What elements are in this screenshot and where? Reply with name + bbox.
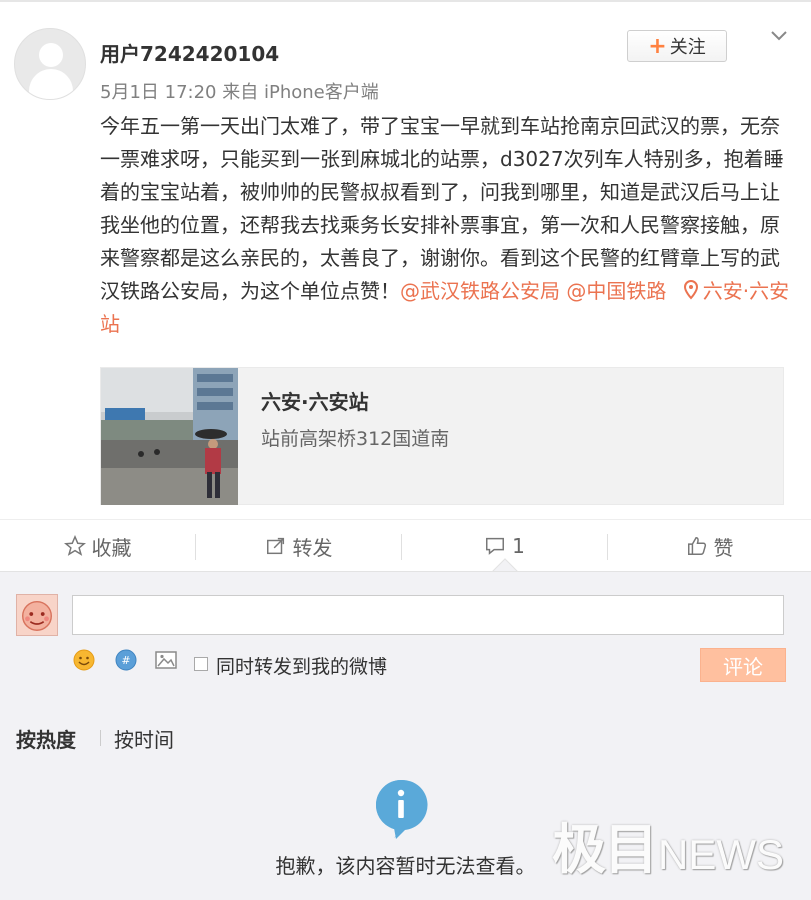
sort-by-time-tab[interactable]: 按时间 <box>114 724 174 753</box>
emoji-icon[interactable] <box>72 648 96 672</box>
post-source-prefix: 来自 <box>222 82 259 103</box>
like-label: 赞 <box>713 535 734 560</box>
chevron-down-icon[interactable] <box>768 24 790 46</box>
follow-button[interactable]: + 关注 <box>627 30 727 62</box>
map-pin-icon <box>683 279 698 300</box>
submit-comment-button[interactable]: 评论 <box>700 648 786 682</box>
mention-link[interactable]: @中国铁路 <box>566 279 666 303</box>
comment-input[interactable] <box>72 595 784 635</box>
image-icon[interactable] <box>154 648 178 672</box>
repost-button[interactable]: 转发 <box>196 520 401 572</box>
svg-text:#: # <box>121 654 130 667</box>
location-card[interactable]: 六安·六安站 站前高架桥312国道南 <box>100 367 784 505</box>
news-watermark: 极目 NEWS <box>552 814 784 880</box>
sort-by-hot-tab[interactable]: 按热度 <box>16 724 76 753</box>
favorite-label: 收藏 <box>91 535 132 560</box>
follow-label: 关注 <box>669 37 706 58</box>
comment-icon <box>486 537 505 555</box>
post-text-body: 今年五一第一天出门太难了，带了宝宝一早就到车站抢南京回武汉的票，无奈一票难求呀，… <box>100 114 784 303</box>
station-photo <box>101 368 238 505</box>
also-repost-checkbox[interactable] <box>194 657 208 671</box>
comment-count: 1 <box>512 534 525 558</box>
repost-label: 转发 <box>292 535 333 560</box>
post-text: 今年五一第一天出门太难了，带了宝宝一早就到车站抢南京回武汉的票，无奈一票难求呀，… <box>100 110 794 341</box>
post-date[interactable]: 5月1日 17:20 <box>100 82 217 103</box>
location-card-address: 站前高架桥312国道南 <box>261 428 450 450</box>
like-button[interactable]: 赞 <box>608 520 811 572</box>
thumbs-up-icon <box>687 537 706 555</box>
weibo-post: 用户7242420104 5月1日 17:20 来自 iPhone客户端 + 关… <box>0 2 811 519</box>
info-icon <box>375 779 428 839</box>
repost-icon <box>266 537 284 555</box>
my-avatar[interactable] <box>16 594 58 636</box>
also-repost-label: 同时转发到我的微博 <box>216 656 388 678</box>
watermark-en: NEWS <box>658 831 784 878</box>
watermark-cn: 极目 <box>552 818 658 881</box>
post-username[interactable]: 用户7242420104 <box>100 38 279 67</box>
post-source[interactable]: iPhone客户端 <box>264 82 379 103</box>
topic-icon[interactable]: # <box>114 648 138 672</box>
action-bar: 收藏 转发 1 赞 <box>0 519 811 571</box>
star-icon <box>63 535 86 556</box>
mention-link[interactable]: @武汉铁路公安局 <box>400 279 560 303</box>
favorite-button[interactable]: 收藏 <box>0 520 195 572</box>
location-card-title: 六安·六安站 <box>261 390 369 414</box>
user-avatar[interactable] <box>14 28 86 100</box>
plus-icon: + <box>648 33 667 59</box>
sort-divider <box>100 730 101 746</box>
post-meta: 5月1日 17:20 来自 iPhone客户端 <box>100 78 379 104</box>
